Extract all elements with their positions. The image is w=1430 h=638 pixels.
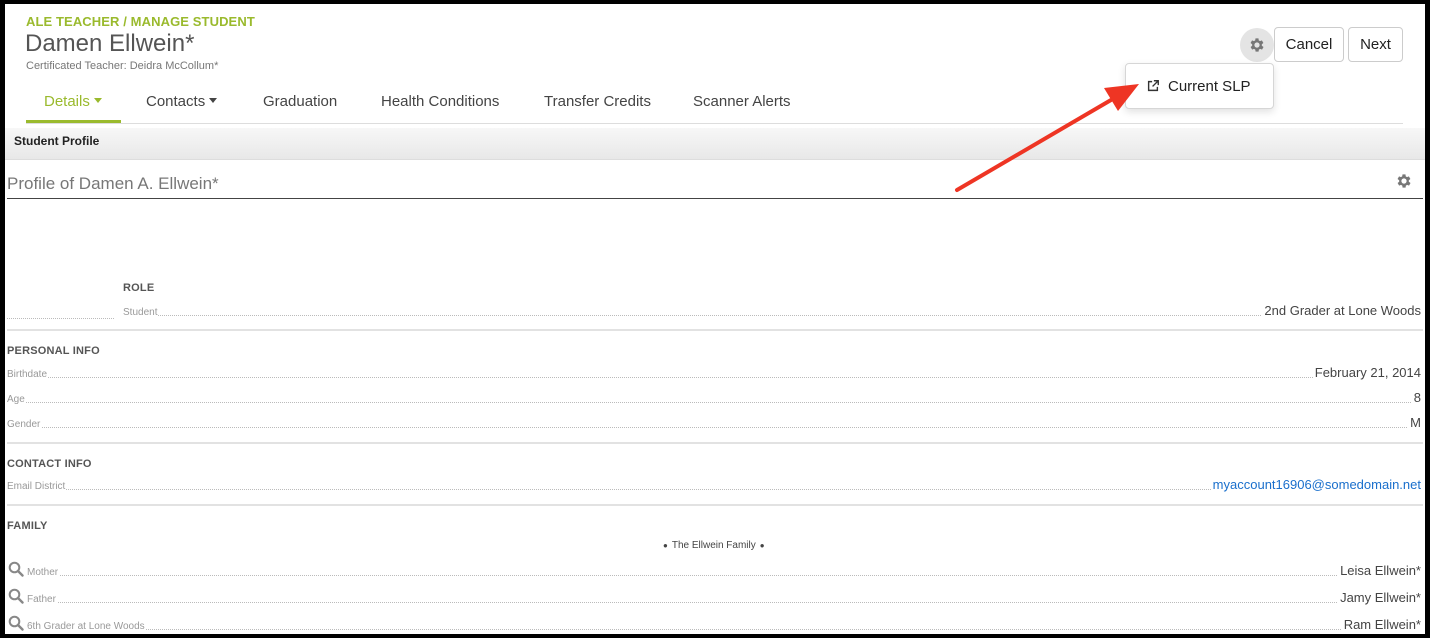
annotation-arrow	[955, 84, 1139, 192]
app-window: ALE TEACHER / MANAGE STUDENT Damen Ellwe…	[5, 4, 1425, 634]
